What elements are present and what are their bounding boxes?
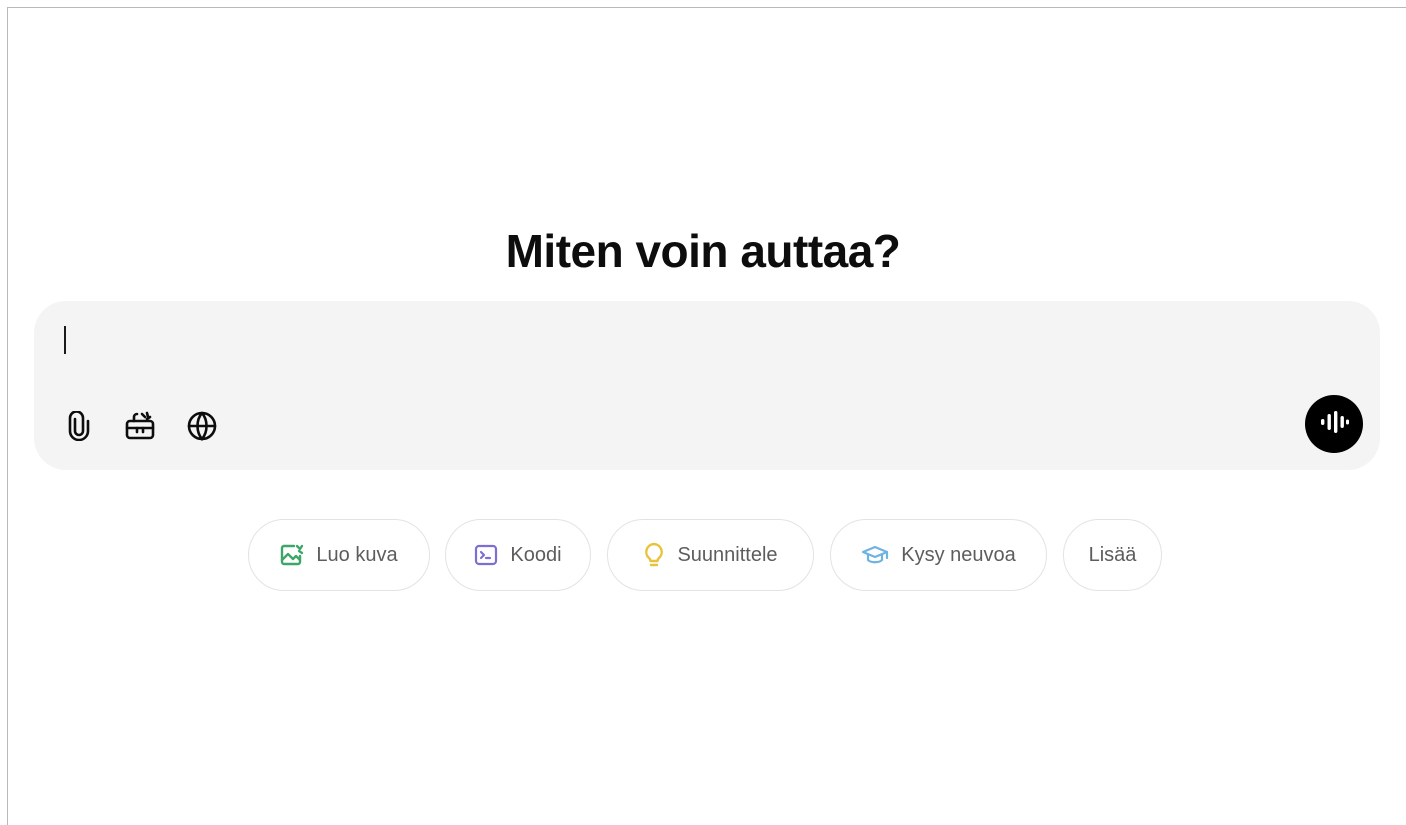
suggestion-code[interactable]: Koodi: [445, 519, 591, 591]
terminal-icon: [474, 544, 498, 566]
voice-mode-button[interactable]: [1305, 395, 1363, 453]
graduation-cap-icon: [861, 544, 889, 566]
prompt-composer: [34, 301, 1380, 470]
suggestion-plan[interactable]: Suunnittele: [607, 519, 814, 591]
paperclip-icon: [66, 411, 92, 441]
globe-icon: [186, 410, 218, 442]
suggestion-label: Koodi: [510, 543, 562, 566]
suggestion-label: Lisää: [1088, 543, 1137, 566]
text-caret: [64, 326, 66, 354]
lightbulb-icon: [643, 542, 665, 568]
tools-button[interactable]: [119, 405, 161, 447]
suggestion-label: Luo kuva: [316, 543, 398, 566]
attach-button[interactable]: [58, 405, 100, 447]
web-search-button[interactable]: [181, 405, 223, 447]
suggestion-chips: Luo kuva Koodi Suunnittele Kysy neuvoa L…: [0, 519, 1406, 593]
suggestion-create-image[interactable]: Luo kuva: [248, 519, 430, 591]
image-icon: [280, 544, 304, 566]
suggestion-label: Suunnittele: [677, 543, 778, 566]
page-title: Miten voin auttaa?: [505, 224, 901, 277]
prompt-input[interactable]: [62, 323, 1262, 363]
suggestion-more[interactable]: Lisää: [1063, 519, 1162, 591]
voice-waveform-icon: [1319, 410, 1349, 439]
toolbox-icon: [124, 411, 156, 441]
suggestion-get-advice[interactable]: Kysy neuvoa: [830, 519, 1047, 591]
suggestion-label: Kysy neuvoa: [901, 543, 1016, 566]
